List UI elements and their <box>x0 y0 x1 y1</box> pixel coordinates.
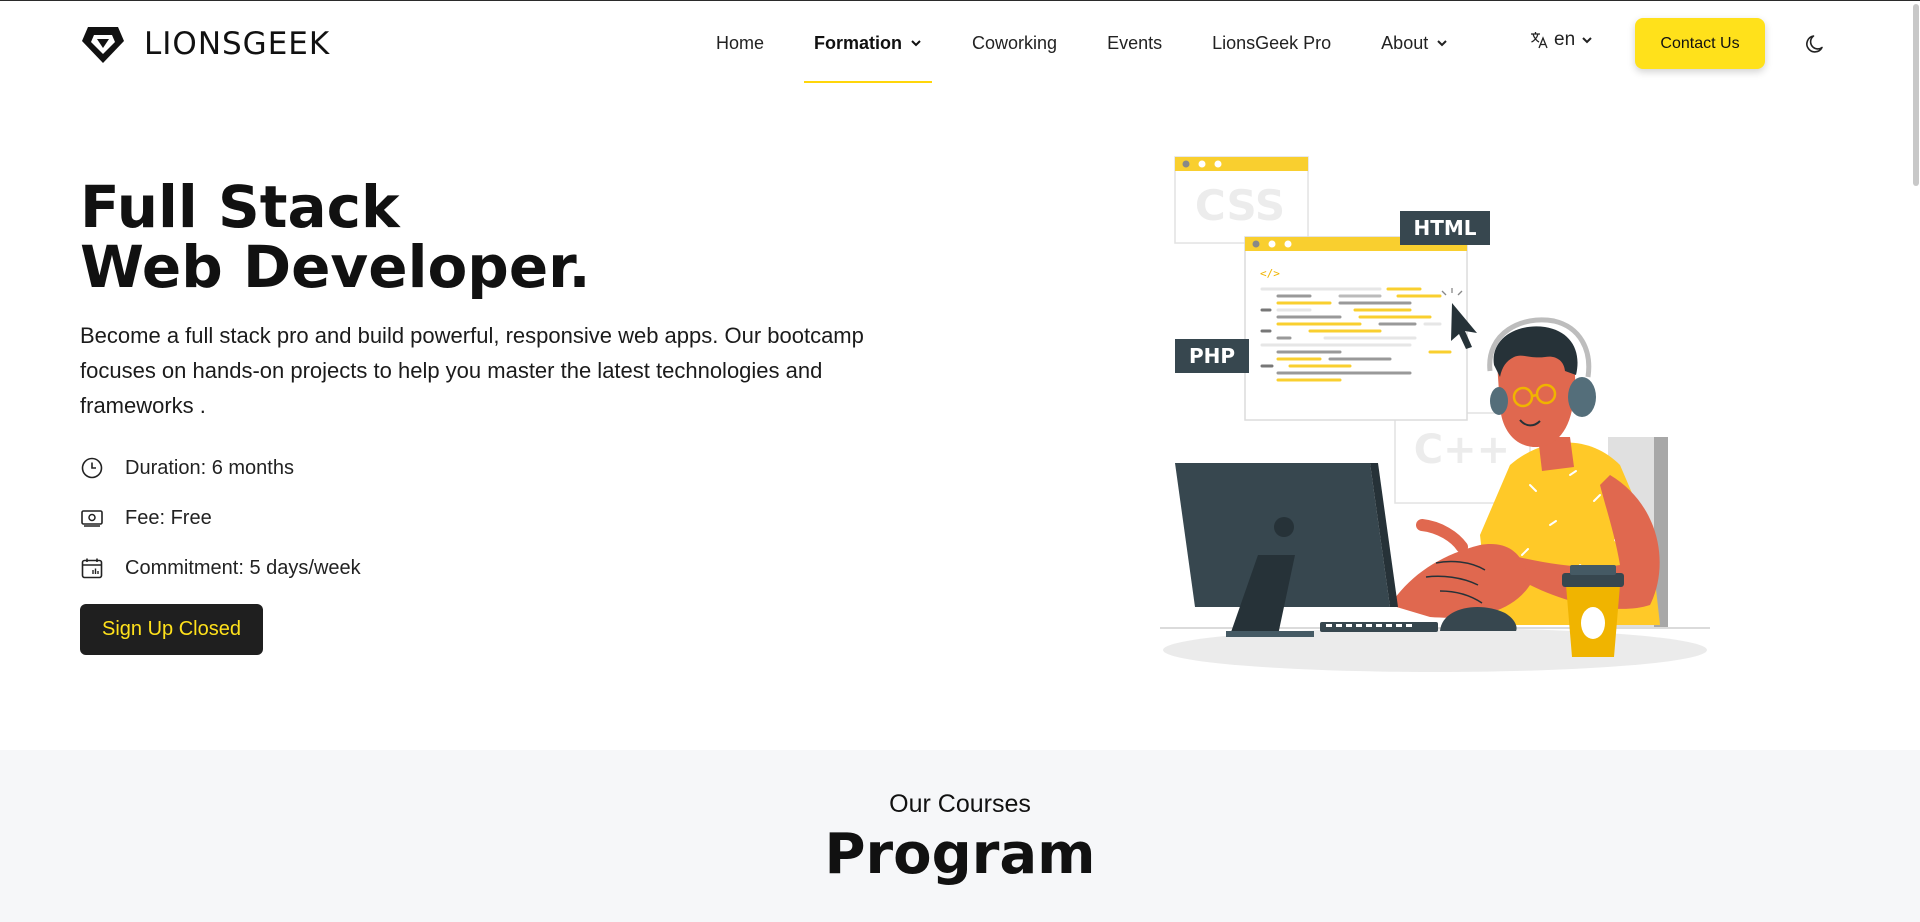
page-scrollbar[interactable] <box>1912 0 1920 922</box>
language-selector[interactable]: en <box>1530 29 1593 51</box>
fact-commitment: Commitment: 5 days/week <box>80 543 361 593</box>
nav-item-label: LionsGeek Pro <box>1212 32 1332 53</box>
language-label: en <box>1554 29 1576 50</box>
nav-item-home[interactable]: Home <box>716 1 764 85</box>
developer-illustration: CSS C++ </> HTML PHP <box>1160 156 1710 672</box>
fact-text: Commitment: 5 days/week <box>125 556 361 579</box>
chevron-down-icon <box>1582 37 1592 44</box>
nav-item-label: About <box>1381 32 1429 53</box>
chevron-down-icon <box>1437 40 1447 47</box>
nav-item-label: Coworking <box>972 32 1058 53</box>
fact-text: Duration: 6 months <box>125 456 294 479</box>
hero-description: Become a full stack pro and build powerf… <box>80 323 864 418</box>
brand-name: LIONSGEEK <box>144 26 331 62</box>
hero-title-line1: Full Stack <box>80 173 400 241</box>
nav-item-formation[interactable]: Formation <box>804 1 933 85</box>
courses-title: Program <box>824 822 1096 887</box>
brand-logo[interactable]: LIONSGEEK <box>80 21 330 67</box>
hero-title-line2: Web Developer. <box>80 233 591 301</box>
course-facts: Duration: 6 months Fee: Free Commitment:… <box>80 443 361 593</box>
nav-item-label: Events <box>1107 32 1163 53</box>
fact-duration: Duration: 6 months <box>80 443 361 493</box>
courses-subtitle: Our Courses <box>889 790 1031 818</box>
nav-item-coworking[interactable]: Coworking <box>972 1 1057 85</box>
nav-item-events[interactable]: Events <box>1107 1 1162 85</box>
hero-title: Full Stack Web Developer. <box>80 177 591 297</box>
fact-text: Fee: Free <box>125 506 212 529</box>
cpp-label: C++ <box>1414 427 1510 473</box>
nav-item-about[interactable]: About <box>1381 1 1448 85</box>
scrollbar-thumb[interactable] <box>1913 4 1919 186</box>
calendar-icon <box>81 558 103 579</box>
translate-icon <box>1531 32 1548 49</box>
site-header: LIONSGEEK Home Formation Coworking Event… <box>0 0 1920 86</box>
chevron-down-icon <box>911 40 921 47</box>
html-label: HTML <box>1413 216 1476 240</box>
nav-item-lionsgeek-pro[interactable]: LionsGeek Pro <box>1212 1 1331 85</box>
fact-fee: Fee: Free <box>80 493 361 543</box>
signup-closed-button[interactable]: Sign Up Closed <box>80 604 263 655</box>
moon-icon[interactable] <box>1803 32 1827 56</box>
clock-icon <box>81 457 103 479</box>
contact-us-button[interactable]: Contact Us <box>1635 18 1765 69</box>
lion-logo-icon <box>82 27 124 63</box>
money-icon <box>81 510 103 527</box>
main-nav: Home Formation Coworking Events LionsGee… <box>700 1 1448 85</box>
svg-text:</>: </> <box>1260 267 1280 280</box>
courses-section: Our Courses Program <box>0 750 1920 922</box>
nav-item-label: Home <box>716 32 765 53</box>
php-label: PHP <box>1189 344 1235 368</box>
css-label: CSS <box>1195 181 1285 230</box>
nav-item-label: Formation <box>814 32 903 53</box>
